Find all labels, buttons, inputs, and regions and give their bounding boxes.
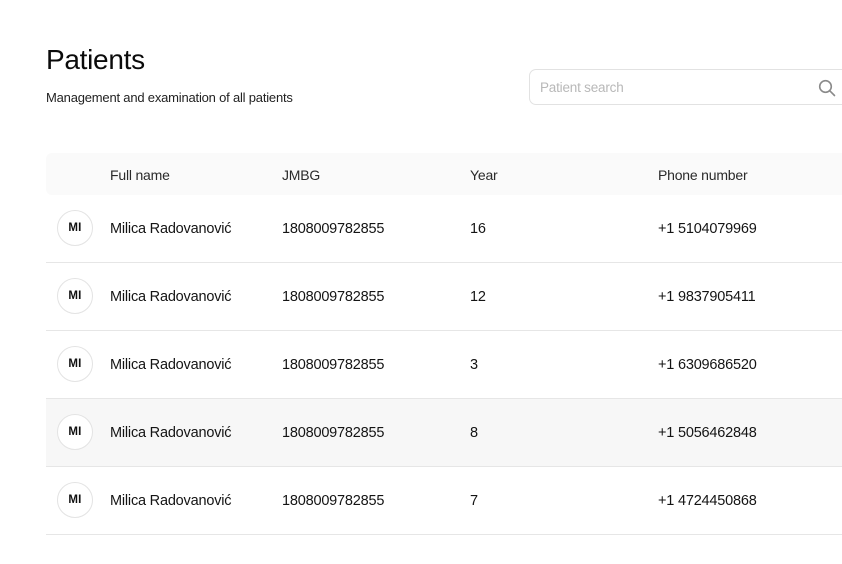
patients-table: Full name JMBG Year Phone number MI Mili… [46,153,842,535]
patient-name: Milica Radovanović [110,357,232,373]
patient-jmbg: 1808009782855 [282,289,385,305]
page-subtitle: Management and examination of all patien… [46,90,293,105]
avatar: MI [57,414,93,450]
patient-year: 7 [470,493,478,509]
patient-jmbg: 1808009782855 [282,221,385,237]
table-row[interactable]: MI Milica Radovanović 1808009782855 16 +… [46,195,842,263]
patient-phone: +1 9837905411 [658,289,756,305]
page-title: Patients [46,44,145,75]
table-row[interactable]: MI Milica Radovanović 1808009782855 12 +… [46,263,842,331]
patient-phone: +1 5104079969 [658,221,757,237]
patient-name: Milica Radovanović [110,221,232,237]
patient-name: Milica Radovanović [110,493,232,509]
avatar: MI [57,482,93,518]
patient-name: Milica Radovanović [110,425,232,441]
table-row[interactable]: MI Milica Radovanović 1808009782855 3 +1… [46,331,842,399]
patient-jmbg: 1808009782855 [282,425,385,441]
patient-jmbg: 1808009782855 [282,493,385,509]
column-header-year[interactable]: Year [470,167,498,183]
avatar: MI [57,278,93,314]
patient-phone: +1 4724450868 [658,493,757,509]
table-row[interactable]: MI Milica Radovanović 1808009782855 8 +1… [46,399,842,467]
table-row[interactable]: MI Milica Radovanović 1808009782855 7 +1… [46,467,842,535]
patient-year: 8 [470,425,478,441]
search-icon[interactable] [818,79,836,97]
patient-year: 16 [470,221,486,237]
patient-year: 3 [470,357,478,373]
patient-name: Milica Radovanović [110,289,232,305]
table-header: Full name JMBG Year Phone number [46,153,842,195]
patients-page: Patients Management and examination of a… [0,0,842,564]
patient-search-input[interactable] [540,70,800,104]
patient-year: 12 [470,289,486,305]
patient-jmbg: 1808009782855 [282,357,385,373]
column-header-phone[interactable]: Phone number [658,167,748,183]
column-header-jmbg[interactable]: JMBG [282,167,320,183]
avatar: MI [57,346,93,382]
patient-phone: +1 5056462848 [658,425,757,441]
column-header-full-name[interactable]: Full name [110,167,170,183]
patient-phone: +1 6309686520 [658,357,757,373]
patient-search-box[interactable] [529,69,842,105]
avatar: MI [57,210,93,246]
